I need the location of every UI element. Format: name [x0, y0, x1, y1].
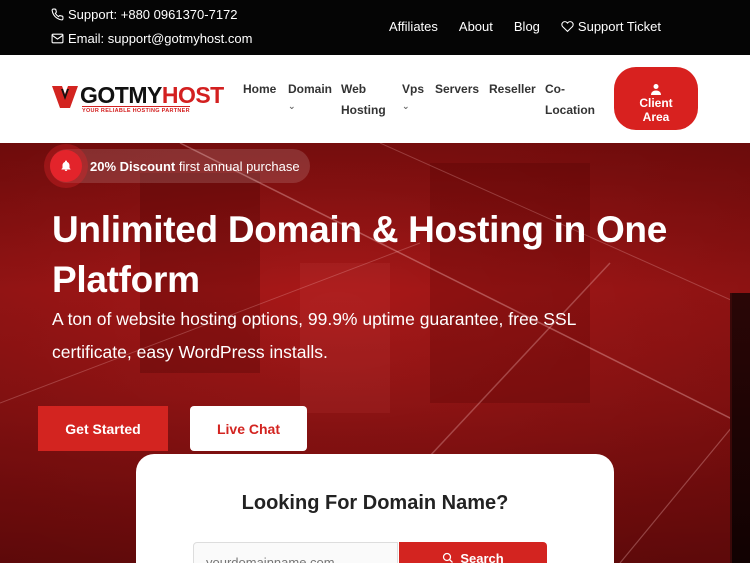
mail-icon: [51, 33, 64, 44]
logo-mark-icon: [52, 86, 78, 108]
logo-word-b: HOST: [161, 82, 224, 108]
nav-home[interactable]: Home: [243, 79, 276, 100]
support-email-text: Email: support@gotmyhost.com: [68, 31, 253, 46]
logo-word-a: GOTMY: [80, 82, 162, 108]
search-icon: [443, 552, 454, 563]
top-bar: Support: +880 0961370-7172 Email: suppor…: [0, 0, 750, 55]
nav-servers[interactable]: Servers: [435, 79, 479, 100]
client-area-line2: Area: [642, 110, 670, 124]
nav-vps[interactable]: Vps ⌄: [402, 79, 424, 112]
nav-vps-label: Vps: [402, 82, 425, 96]
client-area-line1: Client: [639, 96, 673, 110]
discount-text: 20% Discount first annual purchase: [90, 159, 300, 174]
nav-web-hosting-line1: Web: [341, 82, 367, 96]
server-rack-decoration: [730, 293, 750, 563]
user-icon: [651, 84, 661, 95]
nav-reseller[interactable]: Reseller: [489, 79, 536, 100]
discount-bold: 20% Discount: [90, 158, 176, 174]
logo-wordmark: GOTMYHOST: [80, 82, 224, 109]
top-link-support-ticket[interactable]: Support Ticket: [561, 19, 661, 34]
site-logo[interactable]: GOTMYHOST YOUR RELIABLE HOSTING PARTNER: [52, 82, 224, 114]
support-email[interactable]: Email: support@gotmyhost.com: [51, 31, 252, 46]
domain-search-button[interactable]: Search: [399, 542, 547, 563]
phone-icon: [51, 8, 64, 21]
logo-tagline: YOUR RELIABLE HOSTING PARTNER: [82, 106, 190, 114]
hero-title: Unlimited Domain & Hosting in One Platfo…: [52, 209, 667, 300]
support-phone[interactable]: Support: +880 0961370-7172: [51, 7, 238, 22]
nav-colocation-line2: Location: [545, 103, 595, 117]
domain-search-input[interactable]: [193, 542, 398, 563]
live-chat-button[interactable]: Live Chat: [190, 406, 307, 451]
chevron-down-icon: ⌄: [402, 101, 410, 111]
client-area-button[interactable]: Client Area: [614, 67, 698, 130]
nav-domain-label: Domain: [288, 82, 333, 96]
main-header: GOTMYHOST YOUR RELIABLE HOSTING PARTNER …: [0, 55, 750, 143]
hero-section: 20% Discount first annual purchase Unlim…: [0, 143, 750, 563]
heart-icon: [561, 21, 574, 33]
hero-subtitle: A ton of website hosting options, 99.9% …: [52, 309, 576, 362]
discount-badge: 20% Discount first annual purchase: [50, 149, 310, 183]
chevron-down-icon: ⌄: [288, 101, 296, 111]
support-ticket-label: Support Ticket: [577, 19, 662, 34]
nav-web-hosting-line2: Hosting: [341, 103, 386, 117]
domain-search-button-label: Search: [460, 550, 504, 563]
domain-search-card: Looking For Domain Name? Search: [136, 454, 614, 563]
get-started-button[interactable]: Get Started: [38, 406, 168, 451]
nav-colocation-line1: Co-: [545, 82, 565, 96]
bell-icon: [50, 150, 82, 182]
discount-rest: first annual purchase: [175, 158, 300, 174]
nav-colocation[interactable]: Co- Location: [545, 79, 595, 121]
domain-search-heading: Looking For Domain Name?: [241, 492, 509, 514]
nav-web-hosting[interactable]: Web Hosting: [341, 79, 386, 121]
support-phone-text: Support: +880 0961370-7172: [68, 7, 238, 22]
nav-domain[interactable]: Domain ⌄: [288, 79, 332, 112]
top-link-blog[interactable]: Blog: [514, 19, 540, 34]
top-nav: Affiliates About Blog Support Ticket: [389, 19, 661, 34]
top-link-about[interactable]: About: [459, 19, 493, 34]
top-link-affiliates[interactable]: Affiliates: [389, 19, 438, 34]
